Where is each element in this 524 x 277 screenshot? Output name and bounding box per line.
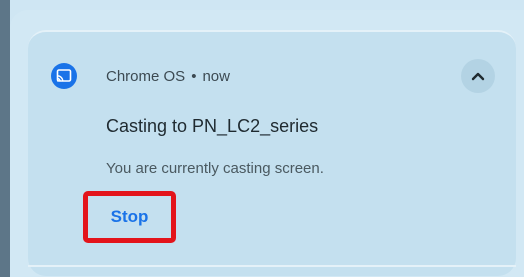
header-separator: • — [191, 68, 197, 85]
notification-header: Chrome OS • now — [106, 68, 230, 85]
cast-icon — [51, 63, 77, 89]
left-edge — [0, 0, 10, 277]
stop-button-label: Stop — [110, 207, 149, 226]
stop-button[interactable]: Stop — [83, 191, 176, 243]
timestamp: now — [202, 68, 230, 85]
app-name: Chrome OS — [106, 68, 186, 85]
collapse-button[interactable] — [461, 59, 495, 93]
notification-message: You are currently casting screen. — [106, 160, 324, 177]
card-divider — [28, 265, 516, 267]
chevron-up-icon — [471, 72, 485, 81]
notification-title: Casting to PN_LC2_series — [106, 116, 319, 136]
